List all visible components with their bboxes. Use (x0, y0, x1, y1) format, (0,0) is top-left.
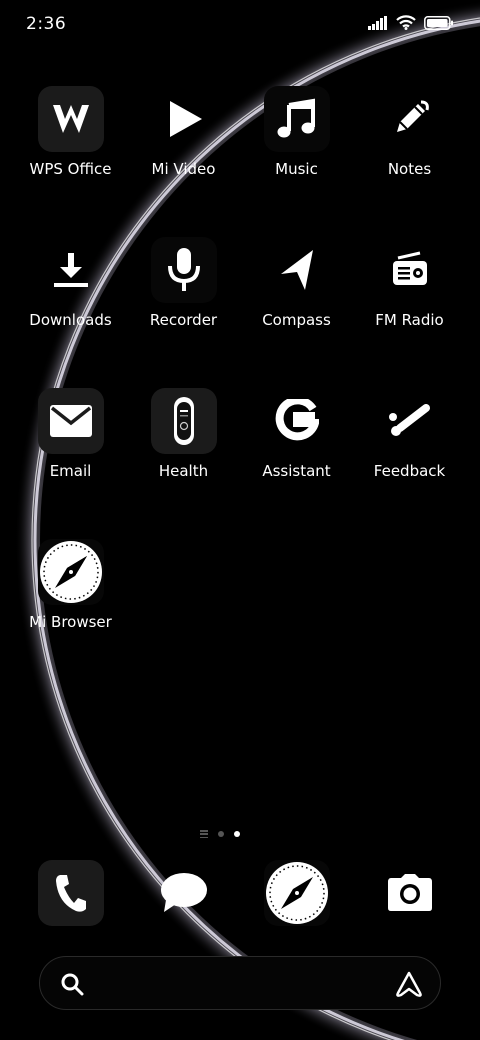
chat-bubble-icon (151, 860, 217, 926)
dock-phone[interactable] (14, 860, 127, 926)
app-label: Downloads (29, 311, 112, 329)
wifi-icon (396, 15, 416, 30)
app-mi-video[interactable]: Mi Video (127, 86, 240, 178)
page-dot-1[interactable] (218, 831, 224, 837)
app-label: Feedback (373, 462, 446, 480)
status-bar: 2:36 (0, 0, 480, 50)
app-label: Recorder (149, 311, 218, 329)
app-assistant[interactable]: Assistant (240, 388, 353, 480)
navigation-arrow-icon (264, 237, 330, 303)
app-label: Mi Video (151, 160, 216, 178)
status-time: 2:36 (26, 14, 67, 34)
envelope-icon (37, 388, 104, 454)
assistant-icon[interactable] (394, 971, 424, 997)
app-mi-browser[interactable]: Mi Browser (14, 539, 127, 631)
app-health[interactable]: Health (127, 388, 240, 480)
wps-office-icon (37, 86, 104, 152)
dock-messages[interactable] (127, 860, 240, 926)
app-notes[interactable]: Notes (353, 86, 466, 178)
camera-icon (377, 860, 443, 926)
app-label: Compass (262, 311, 331, 329)
search-bar[interactable] (39, 956, 441, 1010)
app-label: Music (275, 160, 318, 178)
pencil-icon (377, 86, 443, 152)
page-dot-2[interactable] (234, 831, 240, 837)
app-drawer-indicator[interactable] (200, 830, 208, 838)
radio-icon (377, 237, 443, 303)
app-wps-office[interactable]: WPS Office (14, 86, 127, 178)
search-icon (61, 973, 84, 996)
compass-browser-icon (263, 860, 330, 926)
app-label: Mi Browser (29, 613, 112, 631)
status-icons (368, 15, 454, 30)
dock-browser[interactable] (240, 860, 353, 926)
microphone-icon (150, 237, 217, 303)
music-note-icon (263, 86, 330, 152)
google-g-icon (264, 388, 330, 454)
dock (14, 860, 466, 926)
compass-browser-icon (37, 539, 104, 605)
phone-icon (37, 860, 104, 926)
app-label: FM Radio (375, 311, 444, 329)
app-label: Notes (387, 160, 432, 178)
app-label: Health (158, 462, 209, 480)
dock-camera[interactable] (353, 860, 466, 926)
app-downloads[interactable]: Downloads (14, 237, 127, 329)
app-label: WPS Office (29, 160, 112, 178)
app-fm-radio[interactable]: FM Radio (353, 237, 466, 329)
feedback-icon (377, 388, 443, 454)
play-icon (151, 86, 217, 152)
app-label: Assistant (262, 462, 331, 480)
app-label: Email (49, 462, 92, 480)
page-indicator (200, 830, 240, 838)
app-music[interactable]: Music (240, 86, 353, 178)
battery-icon (424, 15, 453, 30)
app-email[interactable]: Email (14, 388, 127, 480)
signal-icon (368, 15, 387, 30)
app-feedback[interactable]: Feedback (353, 388, 466, 480)
app-grid: WPS Office Mi Video Music Notes Download… (14, 86, 466, 631)
app-compass[interactable]: Compass (240, 237, 353, 329)
download-icon (38, 237, 104, 303)
fitness-band-icon (150, 388, 217, 454)
app-recorder[interactable]: Recorder (127, 237, 240, 329)
